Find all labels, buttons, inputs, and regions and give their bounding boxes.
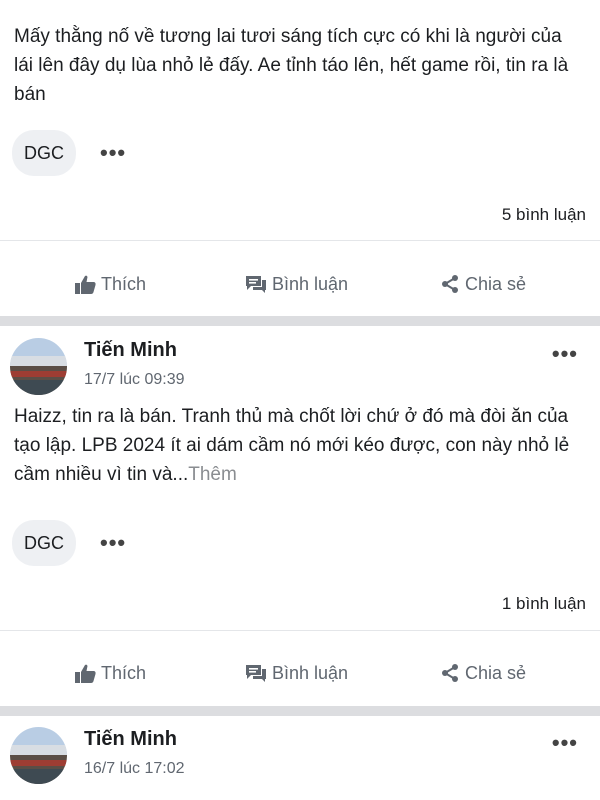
- share-label: Chia sẻ: [465, 662, 527, 683]
- tag-row: DGC •••: [12, 130, 126, 176]
- comment-button[interactable]: Bình luận: [245, 663, 348, 684]
- more-dots-icon[interactable]: •••: [100, 532, 126, 554]
- author-name[interactable]: Tiến Minh: [84, 728, 177, 751]
- comment-label: Bình luận: [272, 273, 349, 294]
- more-dots-icon[interactable]: •••: [552, 732, 578, 754]
- comment-bubble-icon: [245, 664, 267, 683]
- feed-separator: [0, 316, 600, 326]
- more-dots-icon[interactable]: •••: [100, 142, 126, 164]
- comment-count[interactable]: 1 bình luận: [502, 594, 586, 614]
- comment-bubble-icon: [245, 275, 267, 294]
- share-button[interactable]: Chia sẻ: [440, 663, 526, 684]
- post-timestamp[interactable]: 17/7 lúc 09:39: [84, 371, 185, 389]
- share-icon: [440, 663, 460, 683]
- action-bar: Thích Bình luận Chia sẻ: [0, 259, 600, 309]
- comment-count[interactable]: 5 bình luận: [502, 205, 586, 225]
- comment-button[interactable]: Bình luận: [245, 274, 348, 295]
- see-more-link[interactable]: Thêm: [188, 464, 237, 485]
- like-label: Thích: [101, 273, 147, 294]
- post-timestamp[interactable]: 16/7 lúc 17:02: [84, 760, 185, 778]
- like-button[interactable]: Thích: [75, 274, 146, 295]
- feed-separator: [0, 706, 600, 716]
- post-1: Mấy thằng nố về tương lai tươi sáng tích…: [0, 0, 600, 316]
- share-button[interactable]: Chia sẻ: [440, 274, 526, 295]
- post-text: Haizz, tin ra là bán. Tranh thủ mà chốt …: [14, 402, 578, 489]
- stock-tag-chip[interactable]: DGC: [12, 520, 76, 566]
- share-label: Chia sẻ: [465, 273, 527, 294]
- divider: [0, 630, 600, 631]
- post-2: Tiến Minh 17/7 lúc 09:39 ••• Haizz, tin …: [0, 326, 600, 706]
- avatar[interactable]: [10, 727, 67, 784]
- thumbs-up-icon: [75, 664, 96, 683]
- share-icon: [440, 274, 460, 294]
- author-name[interactable]: Tiến Minh: [84, 339, 177, 362]
- post-3: Tiến Minh 16/7 lúc 17:02 •••: [0, 716, 600, 800]
- post-text-content: Haizz, tin ra là bán. Tranh thủ mà chốt …: [14, 406, 570, 485]
- tag-row: DGC •••: [12, 520, 126, 566]
- more-dots-icon[interactable]: •••: [552, 343, 578, 365]
- like-label: Thích: [101, 662, 147, 683]
- thumbs-up-icon: [75, 275, 96, 294]
- avatar[interactable]: [10, 338, 67, 395]
- like-button[interactable]: Thích: [75, 663, 146, 684]
- action-bar: Thích Bình luận Chia sẻ: [0, 648, 600, 698]
- divider: [0, 240, 600, 241]
- post-text: Mấy thằng nố về tương lai tươi sáng tích…: [14, 26, 569, 105]
- stock-tag-chip[interactable]: DGC: [12, 130, 76, 176]
- comment-label: Bình luận: [272, 662, 349, 683]
